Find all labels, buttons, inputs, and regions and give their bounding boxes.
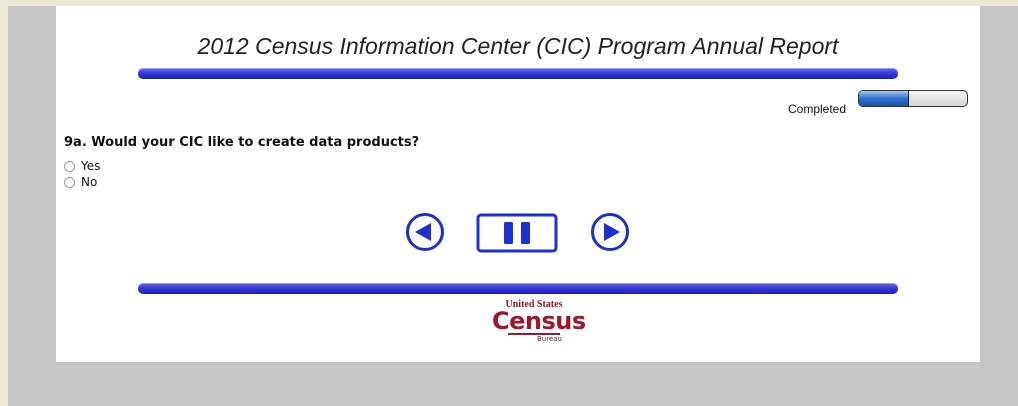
option-no[interactable]: No <box>64 175 97 189</box>
radio-no[interactable] <box>64 176 75 188</box>
census-bureau-logo: United States Census Bureau <box>492 300 586 344</box>
logo-line-2: Census <box>492 307 586 335</box>
radio-yes[interactable] <box>64 160 75 172</box>
logo-line-3: Bureau <box>537 335 562 343</box>
progress-fill <box>859 91 909 106</box>
pause-button[interactable] <box>476 213 558 257</box>
left-strip <box>0 0 8 406</box>
next-button[interactable] <box>590 212 630 256</box>
page-title: 2012 Census Information Center (CIC) Pro… <box>197 33 839 59</box>
previous-button[interactable] <box>405 212 445 256</box>
option-yes-label: Yes <box>81 159 101 173</box>
progress-label: Completed <box>788 102 847 116</box>
survey-panel: 2012 Census Information Center (CIC) Pro… <box>56 6 980 362</box>
option-no-label: No <box>81 175 98 189</box>
question-text: 9a. Would your CIC like to create data p… <box>64 135 420 150</box>
next-arrow-icon <box>591 213 629 251</box>
pause-icon <box>476 213 558 253</box>
option-yes[interactable]: Yes <box>64 159 100 173</box>
footer-divider-bar <box>138 283 898 294</box>
progress-bar <box>858 90 968 107</box>
header-divider-bar <box>138 68 898 79</box>
previous-arrow-icon <box>406 213 444 251</box>
